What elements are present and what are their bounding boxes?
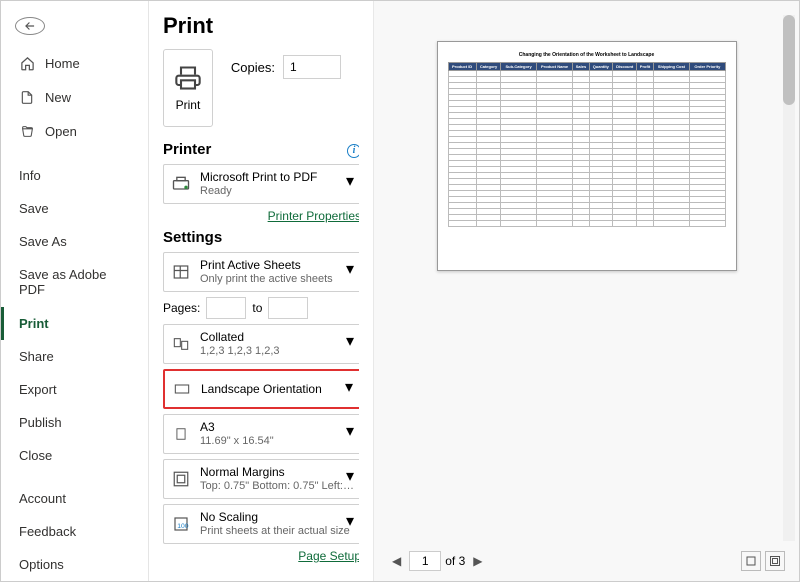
table-row <box>448 221 725 227</box>
copies-label: Copies: <box>231 60 275 75</box>
chevron-down-icon: ▾ <box>346 421 354 441</box>
margins-dropdown[interactable]: Normal MarginsTop: 0.75" Bottom: 0.75" L… <box>163 459 359 499</box>
page-setup-link[interactable]: Page Setup <box>163 549 359 563</box>
printer-icon <box>174 64 202 92</box>
scrollbar[interactable] <box>783 15 795 541</box>
chevron-down-icon: ▾ <box>346 331 354 351</box>
nav-label: Save <box>19 201 49 216</box>
nav-close[interactable]: Close <box>1 439 148 472</box>
nav-label: Account <box>19 491 66 506</box>
nav-label: Info <box>19 168 41 183</box>
chevron-down-icon: ▾ <box>346 259 354 279</box>
nav-label: Feedback <box>19 524 76 539</box>
collate-dropdown[interactable]: Collated1,2,3 1,2,3 1,2,3 ▾ <box>163 324 359 364</box>
print-button-label: Print <box>176 98 201 112</box>
nav-label: Save as Adobe PDF <box>19 267 130 298</box>
open-icon <box>19 124 35 140</box>
print-what-dropdown[interactable]: Print Active SheetsOnly print the active… <box>163 252 359 292</box>
nav-new[interactable]: New <box>1 81 148 115</box>
nav-feedback[interactable]: Feedback <box>1 515 148 548</box>
nav-label: Options <box>19 557 64 572</box>
print-preview-area: Changing the Orientation of the Workshee… <box>373 1 799 581</box>
page-prev-button[interactable]: ◀ <box>388 554 405 568</box>
page-navigation: ◀ of 3 ▶ <box>384 545 789 577</box>
print-button[interactable]: Print <box>163 49 213 127</box>
chevron-down-icon: ▾ <box>345 377 353 397</box>
arrow-left-icon <box>23 19 37 33</box>
info-icon[interactable]: i <box>347 144 359 158</box>
chevron-down-icon: ▾ <box>346 511 354 531</box>
pages-range: Pages: to <box>163 297 359 319</box>
pages-to-input[interactable] <box>268 297 308 319</box>
current-page-input[interactable] <box>409 551 441 571</box>
nav-publish[interactable]: Publish <box>1 406 148 439</box>
nav-label: Close <box>19 448 52 463</box>
pages-label: Pages: <box>163 301 200 315</box>
nav-label: Home <box>45 56 80 71</box>
zoom-to-page-button[interactable] <box>741 551 761 571</box>
paper-icon <box>170 423 192 445</box>
page-next-button[interactable]: ▶ <box>469 554 486 568</box>
nav-info[interactable]: Info <box>1 159 148 192</box>
nav-label: Open <box>45 124 77 139</box>
orientation-dropdown[interactable]: Landscape Orientation ▾ <box>163 369 359 409</box>
printer-dropdown[interactable]: Microsoft Print to PDFReady ▾ <box>163 164 359 204</box>
print-panel: Print Print Copies: Printer i Microsoft … <box>149 1 359 581</box>
sheets-icon <box>170 261 192 283</box>
landscape-icon <box>171 378 193 400</box>
nav-options[interactable]: Options <box>1 548 148 581</box>
nav-label: Share <box>19 349 54 364</box>
nav-label: Export <box>19 382 57 397</box>
nav-label: Save As <box>19 234 67 249</box>
chevron-down-icon: ▾ <box>346 171 354 191</box>
home-icon <box>19 56 35 72</box>
nav-label: Publish <box>19 415 62 430</box>
page-title: Print <box>163 13 341 39</box>
nav-home[interactable]: Home <box>1 47 148 81</box>
nav-open[interactable]: Open <box>1 115 148 149</box>
preview-doc-title: Changing the Orientation of the Workshee… <box>448 52 726 58</box>
margins-icon <box>170 468 192 490</box>
nav-print[interactable]: Print <box>1 307 148 340</box>
preview-page: Changing the Orientation of the Workshee… <box>437 41 737 271</box>
scrollbar-thumb[interactable] <box>783 15 795 105</box>
back-button[interactable] <box>15 17 45 35</box>
scaling-icon: 100 <box>170 513 192 535</box>
printer-status: Ready <box>200 185 354 199</box>
preview-table: Product IDCategorySub-CategoryProduct Na… <box>448 62 726 227</box>
nav-save-adobe[interactable]: Save as Adobe PDF <box>1 258 148 307</box>
nav-account[interactable]: Account <box>1 482 148 515</box>
nav-saveas[interactable]: Save As <box>1 225 148 258</box>
new-icon <box>19 90 35 106</box>
zoom-margins-button[interactable] <box>765 551 785 571</box>
svg-text:100: 100 <box>177 523 189 530</box>
nav-save[interactable]: Save <box>1 192 148 225</box>
sidebar: Home New Open Info Save Save As Save as … <box>1 1 149 581</box>
nav-export[interactable]: Export <box>1 373 148 406</box>
page-total-label: of 3 <box>445 554 465 568</box>
printer-properties-link[interactable]: Printer Properties <box>163 209 359 223</box>
pages-to-label: to <box>252 301 262 315</box>
chevron-down-icon: ▾ <box>346 466 354 486</box>
paper-size-dropdown[interactable]: A311.69" x 16.54" ▾ <box>163 414 359 454</box>
collate-icon <box>170 333 192 355</box>
nav-label: Print <box>19 316 49 331</box>
printer-device-icon <box>170 173 192 195</box>
nav-label: New <box>45 90 71 105</box>
scaling-dropdown[interactable]: 100 No ScalingPrint sheets at their actu… <box>163 504 359 544</box>
copies-field: Copies: <box>231 55 341 79</box>
printer-section-label: Printer <box>163 141 211 158</box>
pages-from-input[interactable] <box>206 297 246 319</box>
copies-input[interactable] <box>283 55 341 79</box>
settings-section-label: Settings <box>163 229 359 246</box>
nav-share[interactable]: Share <box>1 340 148 373</box>
printer-name: Microsoft Print to PDF <box>200 170 354 185</box>
